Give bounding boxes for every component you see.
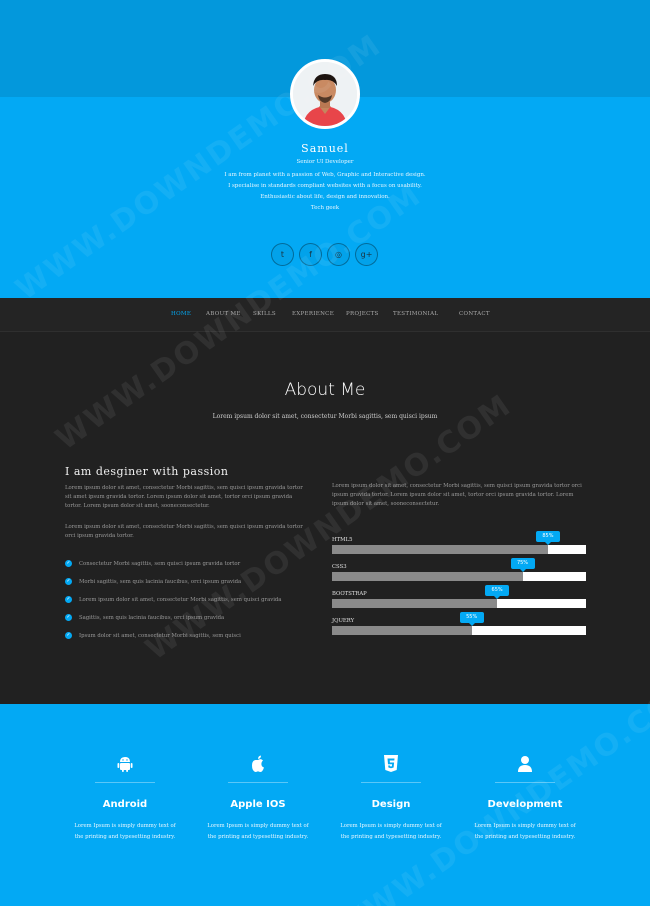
nav-skills[interactable]: SKILLS: [253, 311, 276, 317]
skill-label: HTML5: [332, 537, 353, 543]
service-title: Development: [487, 799, 563, 810]
android-icon: [117, 757, 133, 772]
skill-percent: 75%: [510, 558, 535, 572]
services-section: Android Lorem Ipsum is simply dummy text…: [0, 704, 650, 906]
about-paragraph: Lorem ipsum dolor sit amet, consectetur …: [65, 524, 303, 539]
skill-label: BOOTSTRAP: [332, 591, 367, 597]
nav-contact[interactable]: CONTACT: [459, 311, 490, 317]
check-icon: ✓: [65, 614, 72, 621]
nav-projects[interactable]: PROJECTS: [346, 311, 379, 317]
list-item-text: Lorem ipsum dolor sit amet, consectetur …: [79, 597, 282, 603]
nav-experience[interactable]: EXPERIENCE: [292, 311, 334, 317]
service-text: Lorem Ipsum is simply dummy text of the …: [207, 823, 309, 840]
skill-percent: 65%: [485, 585, 510, 599]
list-item-text: Sagittis, sem quis lacinia faucibus, orc…: [79, 615, 225, 621]
about-title: About Me: [284, 380, 366, 400]
skill-label: JQUERY: [332, 618, 355, 624]
service-title: Design: [371, 799, 411, 810]
apple-icon: [252, 755, 264, 772]
skill-fill: [332, 626, 472, 635]
bio-line: I specialise in standards compliant webs…: [228, 183, 422, 189]
social-links: t f ◎ g+: [271, 243, 379, 267]
skill-track: 75%: [332, 558, 586, 581]
skill-fill: [332, 572, 523, 581]
html5-icon: [384, 755, 398, 772]
about-paragraph: Lorem ipsum dolor sit amet, consectetur …: [332, 483, 582, 507]
list-item: ✓ Sagittis, sem quis lacinia faucibus, or…: [65, 614, 315, 632]
twitter-icon[interactable]: t: [271, 243, 294, 266]
hero-section: Samuel Senior UI Developer I am from pla…: [0, 0, 650, 298]
skill-percent: 55%: [459, 612, 484, 626]
profile-bio: I am from planet with a passion of Web, …: [0, 170, 650, 214]
service-text: Lorem Ipsum is simply dummy text of the …: [74, 823, 176, 840]
nav-testimonial[interactable]: TESTIMONIAL: [393, 311, 438, 317]
nav-home[interactable]: HOME: [171, 311, 191, 317]
bio-line: Tech geek: [310, 205, 340, 211]
divider: [95, 782, 155, 783]
skill-label: CSS3: [332, 564, 347, 570]
list-item: ✓ Ipsum dolor sit amet, consectetur Morbi…: [65, 632, 315, 650]
google-plus-icon[interactable]: g+: [355, 243, 378, 266]
list-item: ✓ Morbi sagittis, sem quis lacinia faucib…: [65, 578, 315, 596]
service-title: Apple IOS: [230, 799, 286, 810]
list-item: ✓ Consectetur Morbi sagittis, sem quisci …: [65, 560, 315, 578]
check-icon: ✓: [65, 578, 72, 585]
list-item: ✓ Lorem ipsum dolor sit amet, consectetur…: [65, 596, 315, 614]
about-paragraph: Lorem ipsum dolor sit amet, consectetur …: [65, 485, 303, 509]
service-text: Lorem Ipsum is simply dummy text of the …: [340, 823, 442, 840]
profile-role: Senior UI Developer: [296, 159, 354, 165]
dribbble-icon[interactable]: ◎: [327, 243, 350, 266]
about-heading: I am desginer with passion: [65, 465, 229, 478]
facebook-icon[interactable]: f: [299, 243, 322, 266]
nav-about[interactable]: ABOUT ME: [206, 311, 241, 317]
list-item-text: Morbi sagittis, sem quis lacinia faucibu…: [79, 579, 242, 585]
bio-line: Enthusiastic about life, design and inno…: [260, 194, 390, 200]
avatar: [290, 59, 360, 129]
list-item-text: Consectetur Morbi sagittis, sem quisci i…: [79, 561, 241, 567]
user-icon: [518, 756, 532, 772]
divider: [495, 782, 555, 783]
main-nav: HOME ABOUT ME SKILLS EXPERIENCE PROJECTS…: [0, 298, 650, 332]
check-list: ✓ Consectetur Morbi sagittis, sem quisci …: [65, 560, 315, 650]
list-item-text: Ipsum dolor sit amet, consectetur Morbi …: [79, 633, 241, 639]
skill-fill: [332, 545, 548, 554]
service-text: Lorem Ipsum is simply dummy text of the …: [474, 823, 576, 840]
bio-line: I am from planet with a passion of Web, …: [224, 172, 426, 178]
divider: [361, 782, 421, 783]
service-title: Android: [102, 799, 148, 810]
check-icon: ✓: [65, 560, 72, 567]
about-right-column: Lorem ipsum dolor sit amet, consectetur …: [332, 482, 586, 509]
divider: [228, 782, 288, 783]
about-subtitle: Lorem ipsum dolor sit amet, consectetur …: [212, 413, 438, 420]
check-icon: ✓: [65, 632, 72, 639]
skill-track: 55%: [332, 612, 586, 635]
skill-track: 85%: [332, 531, 586, 554]
about-left-column: I am desginer with passion Lorem ipsum d…: [65, 465, 310, 541]
skill-percent: 85%: [535, 531, 560, 545]
skill-track: 65%: [332, 585, 586, 608]
check-icon: ✓: [65, 596, 72, 603]
skill-fill: [332, 599, 498, 608]
profile-name: Samuel: [301, 142, 349, 155]
